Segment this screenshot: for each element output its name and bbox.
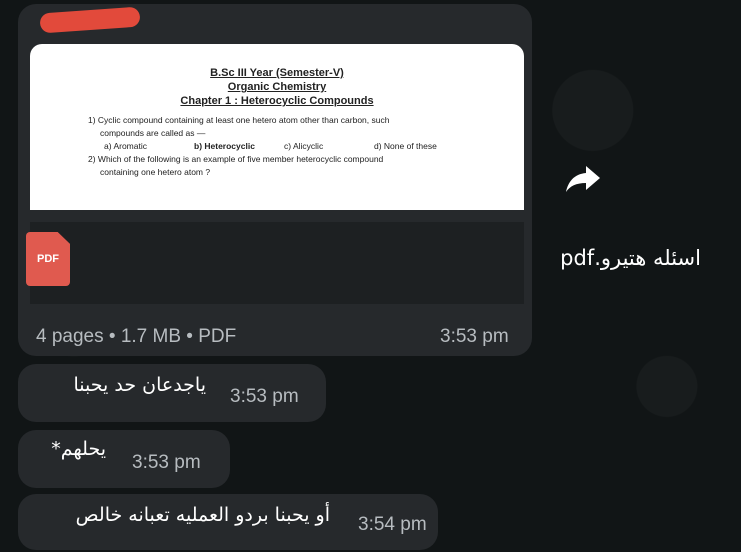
doc-question-2-cont: containing one hetero atom ?: [100, 167, 211, 177]
document-message-bubble[interactable]: B.Sc III Year (Semester-V) Organic Chemi…: [18, 4, 532, 356]
message-text: ياجدعان حد يحبنا: [73, 374, 206, 396]
doc-title-line1: B.Sc III Year (Semester-V): [210, 67, 344, 79]
doc-title-line3: Chapter 1 : Heterocyclic Compounds: [180, 95, 374, 107]
message-time: 3:53 pm: [132, 452, 201, 473]
message-time: 3:54 pm: [358, 514, 427, 535]
doc-option-a: a) Aromatic: [104, 141, 147, 151]
pdf-file-icon: PDF: [26, 232, 70, 286]
message-bubble[interactable]: أو يحبنا بردو العمليه تعبانه خالص 3:54 p…: [18, 494, 438, 550]
doc-question-1-options: a) Aromatic b) Heterocyclic c) Alicyclic…: [104, 140, 524, 153]
doc-option-c: c) Alicyclic: [284, 141, 324, 151]
doc-question-1: 1) Cyclic compound containing at least o…: [88, 115, 390, 125]
message-text: يحلهم*: [51, 438, 106, 460]
doc-question-2: 2) Which of the following is an example …: [88, 154, 384, 164]
doc-option-b: b) Heterocyclic: [194, 141, 255, 151]
file-attachment-row[interactable]: [30, 222, 524, 304]
doc-title-line2: Organic Chemistry: [227, 81, 327, 93]
message-text: أو يحبنا بردو العمليه تعبانه خالص: [75, 504, 330, 526]
doc-option-d: d) None of these: [374, 141, 437, 151]
share-forward-icon[interactable]: [564, 164, 602, 194]
message-time: 3:53 pm: [230, 386, 299, 407]
message-time: 3:53 pm: [440, 326, 509, 347]
pdf-icon-label: PDF: [37, 253, 59, 265]
message-bubble[interactable]: يحلهم* 3:53 pm: [18, 430, 230, 488]
document-preview[interactable]: B.Sc III Year (Semester-V) Organic Chemi…: [30, 44, 524, 210]
message-bubble[interactable]: ياجدعان حد يحبنا 3:53 pm: [18, 364, 326, 422]
doc-question-1-cont: compounds are called as —: [100, 128, 206, 138]
file-meta: 4 pages • 1.7 MB • PDF: [36, 326, 237, 347]
redacted-sender-name: [39, 6, 141, 34]
file-name[interactable]: اسئله هتيرو.pdf: [560, 246, 701, 270]
